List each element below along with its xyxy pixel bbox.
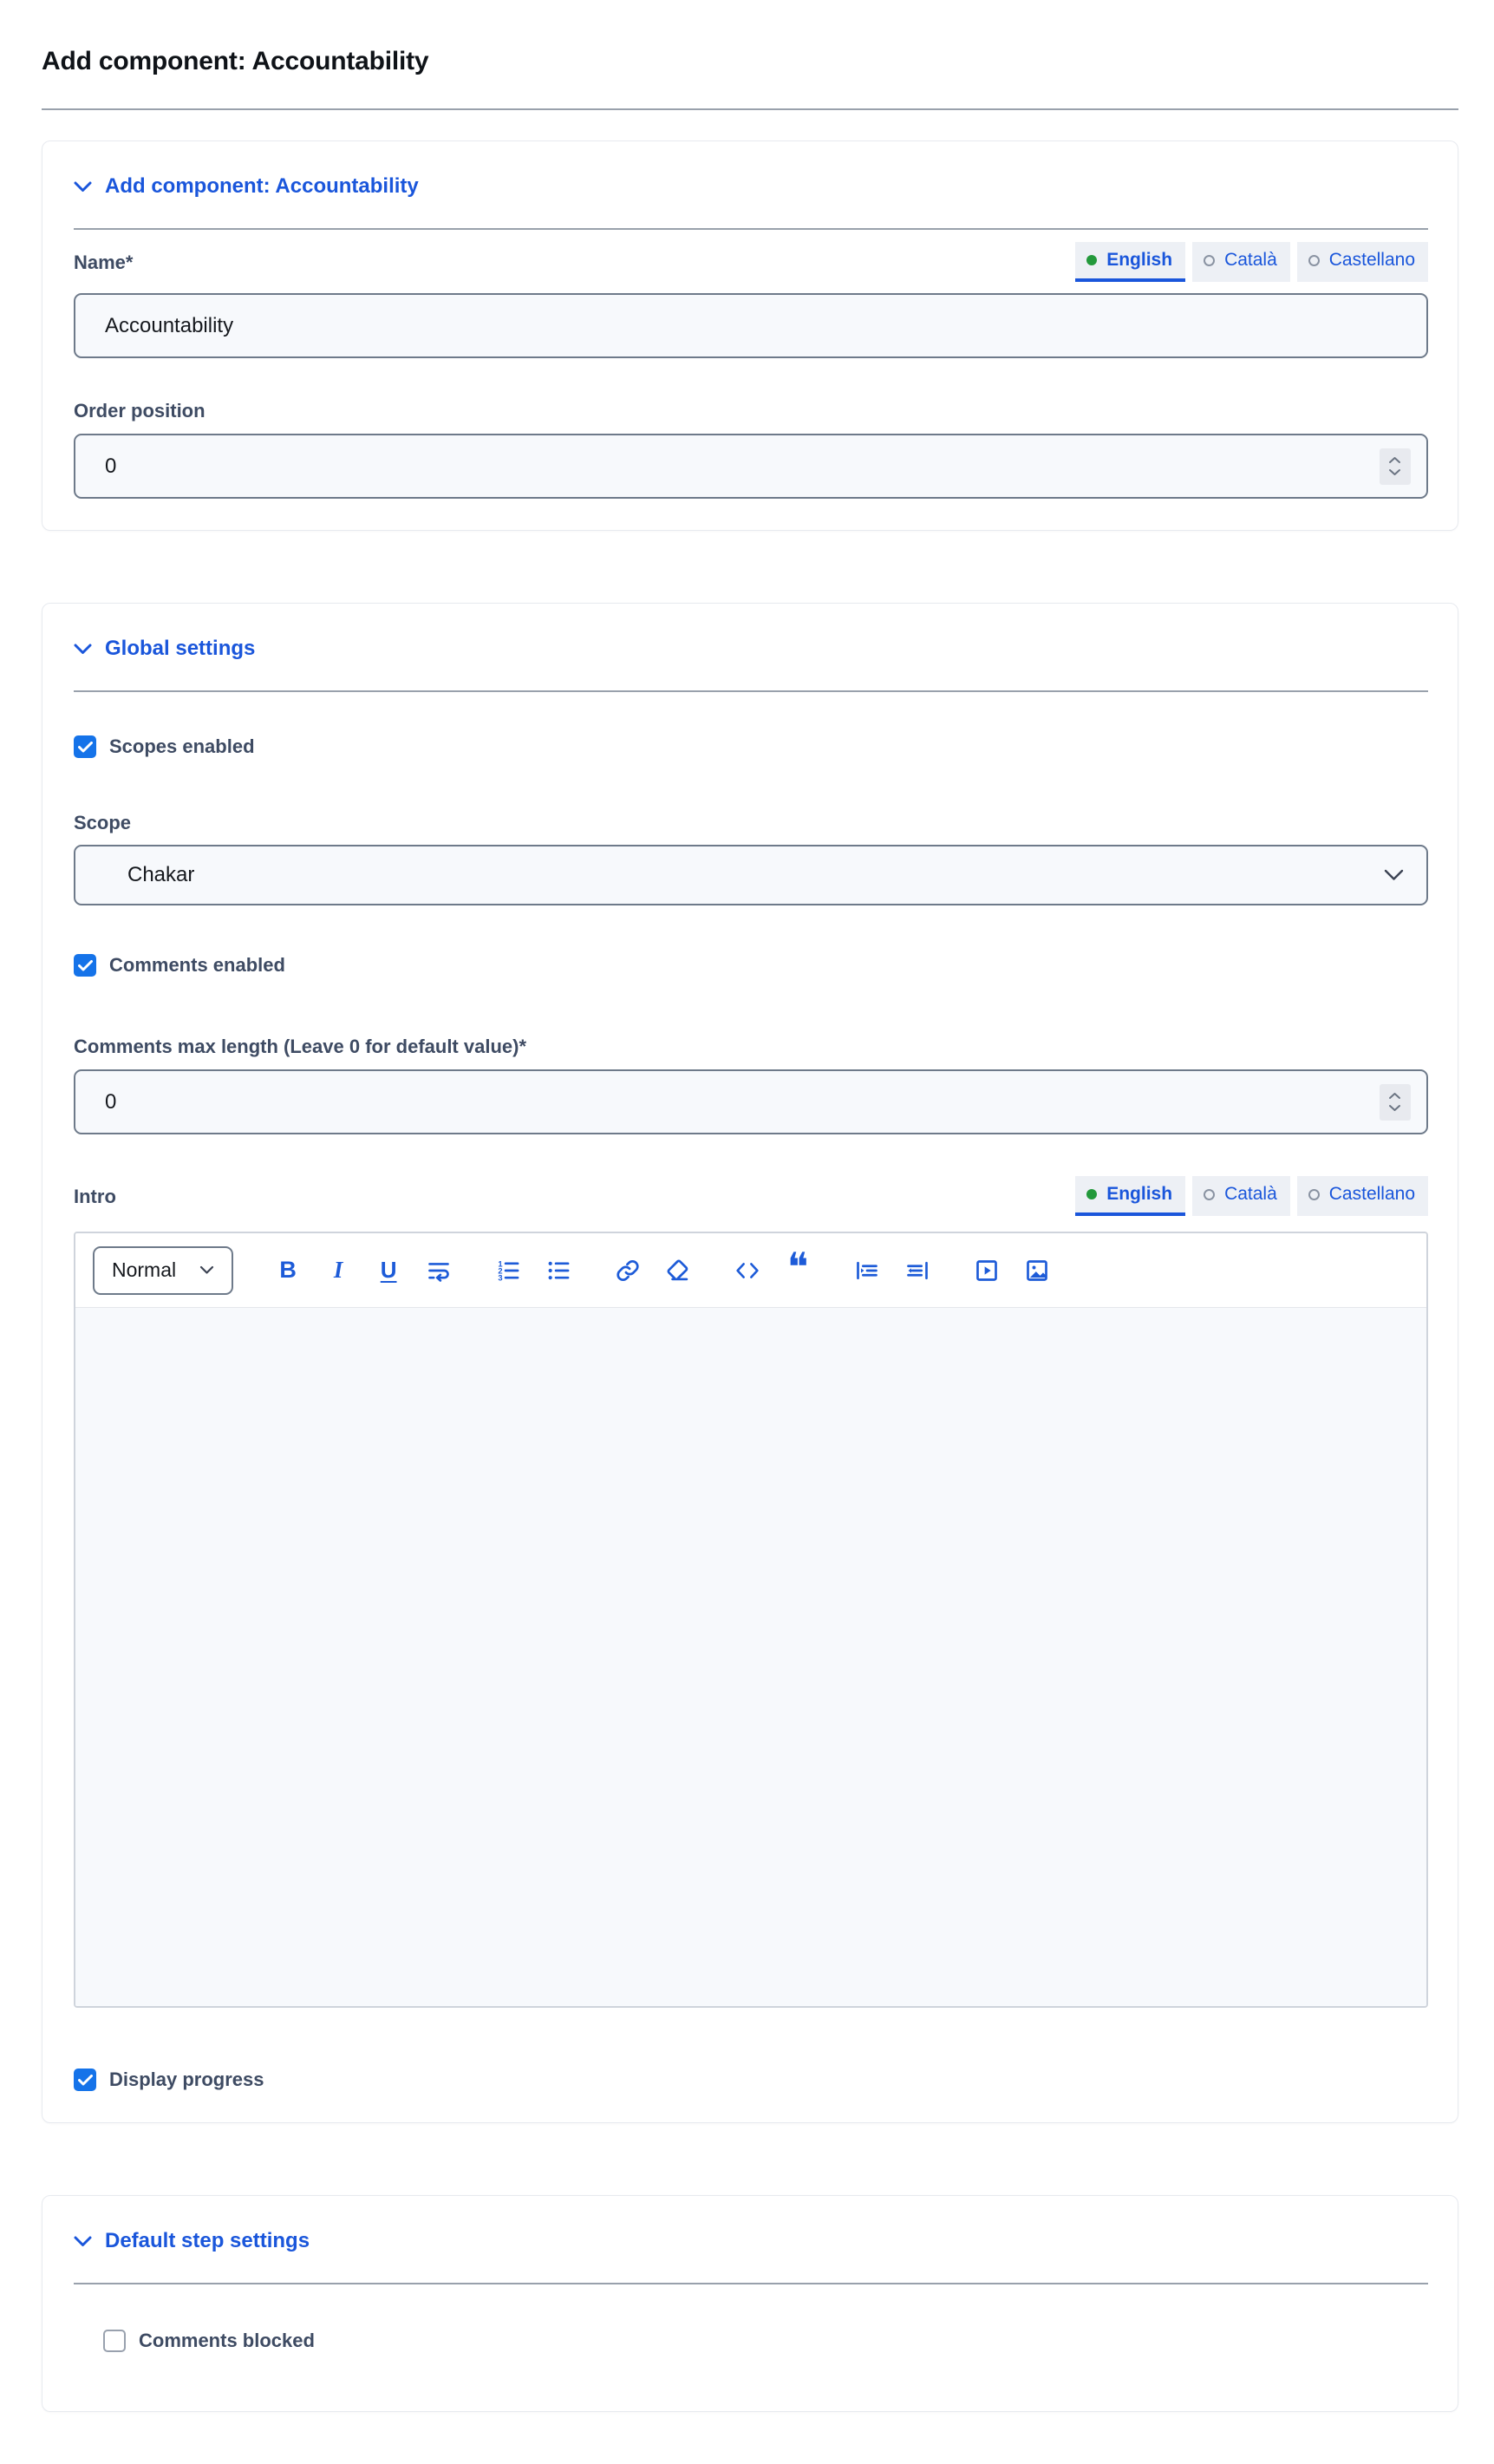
number-spinner[interactable]	[1380, 1084, 1411, 1121]
untranslated-ring-icon	[1204, 255, 1215, 266]
comments-blocked-row[interactable]: Comments blocked	[103, 2330, 315, 2352]
select-chevron-icon	[1384, 869, 1404, 881]
svg-text:3: 3	[498, 1273, 502, 1282]
image-icon[interactable]	[1022, 1253, 1052, 1288]
lang-tab-label: English	[1106, 1184, 1172, 1205]
global-settings-header[interactable]: Global settings	[74, 637, 255, 661]
chevron-down-icon	[74, 174, 92, 199]
name-field-label: Name*	[74, 252, 133, 282]
display-progress-checkbox[interactable]	[74, 2069, 96, 2091]
code-view-icon[interactable]	[733, 1253, 762, 1288]
intro-rich-text-editor: Normal B I U 123	[74, 1232, 1428, 2008]
scopes-enabled-label: Scopes enabled	[109, 735, 255, 758]
display-progress-row[interactable]: Display progress	[74, 2069, 264, 2091]
underline-icon[interactable]: U	[374, 1253, 403, 1288]
link-icon[interactable]	[613, 1253, 643, 1288]
bullet-list-icon[interactable]	[544, 1253, 573, 1288]
video-icon[interactable]	[972, 1253, 1001, 1288]
comments-enabled-label: Comments enabled	[109, 954, 285, 977]
spinner-up-icon	[1388, 1092, 1401, 1100]
order-position-input[interactable]	[105, 454, 1380, 479]
text-wrap-icon[interactable]	[424, 1253, 453, 1288]
comments-enabled-checkbox[interactable]	[74, 954, 96, 977]
untranslated-ring-icon	[1308, 1189, 1320, 1200]
language-tabs: English Català Castellano	[1075, 1176, 1428, 1216]
component-card-header[interactable]: Add component: Accountability	[74, 174, 419, 199]
paragraph-style-select[interactable]: Normal	[93, 1246, 233, 1295]
section-divider	[74, 2283, 1428, 2284]
comments-blocked-label: Comments blocked	[139, 2330, 315, 2352]
number-spinner[interactable]	[1380, 448, 1411, 485]
editor-toolbar: Normal B I U 123	[75, 1233, 1426, 1308]
lang-tab-label: English	[1106, 250, 1172, 271]
select-chevron-icon	[199, 1265, 214, 1275]
page: Add component: Accountability Add compon…	[0, 0, 1494, 2464]
spinner-down-icon	[1388, 1104, 1401, 1112]
section-divider	[74, 690, 1428, 692]
checkmark-icon	[78, 2075, 93, 2086]
scope-select-value: Chakar	[127, 863, 194, 887]
scope-select[interactable]: Chakar	[74, 845, 1428, 905]
lang-tab-english[interactable]: English	[1075, 242, 1185, 282]
scopes-enabled-checkbox[interactable]	[74, 735, 96, 758]
global-settings-card: Global settings Scopes enabled Scope Cha…	[42, 603, 1458, 2123]
spinner-down-icon	[1388, 468, 1401, 476]
scopes-enabled-row[interactable]: Scopes enabled	[74, 735, 255, 758]
comments-blocked-checkbox[interactable]	[103, 2330, 126, 2352]
default-step-header[interactable]: Default step settings	[74, 2229, 310, 2253]
lang-tab-english[interactable]: English	[1075, 1176, 1185, 1216]
order-position-label: Order position	[74, 400, 1428, 422]
chevron-down-icon	[74, 2229, 92, 2253]
lang-tab-label: Català	[1224, 250, 1277, 271]
component-card: Add component: Accountability Name* Engl…	[42, 141, 1458, 531]
page-title: Add component: Accountability	[42, 47, 1458, 76]
order-position-wrapper	[74, 434, 1428, 499]
editor-content-area[interactable]	[75, 1308, 1426, 2006]
default-step-card: Default step settings Comments blocked	[42, 2195, 1458, 2412]
lang-tab-catala[interactable]: Català	[1192, 242, 1290, 282]
ordered-list-icon[interactable]: 123	[493, 1253, 523, 1288]
paragraph-style-value: Normal	[112, 1258, 176, 1282]
lang-tab-castellano[interactable]: Castellano	[1297, 1176, 1428, 1216]
section-divider	[74, 228, 1428, 230]
checkmark-icon	[78, 742, 93, 753]
lang-tab-castellano[interactable]: Castellano	[1297, 242, 1428, 282]
bold-icon[interactable]: B	[273, 1253, 303, 1288]
indent-increase-icon[interactable]	[852, 1253, 882, 1288]
untranslated-ring-icon	[1308, 255, 1320, 266]
comments-max-length-wrapper	[74, 1069, 1428, 1134]
translated-dot-icon	[1086, 1189, 1097, 1199]
page-divider	[42, 108, 1458, 110]
lang-tab-catala[interactable]: Català	[1192, 1176, 1290, 1216]
name-input[interactable]	[105, 314, 1411, 338]
chevron-down-icon	[74, 637, 92, 661]
lang-tab-label: Castellano	[1329, 1184, 1415, 1205]
display-progress-label: Display progress	[109, 2069, 264, 2091]
name-input-wrapper	[74, 293, 1428, 358]
default-step-title: Default step settings	[105, 2229, 310, 2253]
global-settings-title: Global settings	[105, 637, 255, 661]
checkmark-icon	[78, 960, 93, 971]
italic-icon[interactable]: I	[323, 1253, 353, 1288]
indent-decrease-icon[interactable]	[903, 1253, 932, 1288]
comments-enabled-row[interactable]: Comments enabled	[74, 954, 285, 977]
eraser-icon[interactable]	[663, 1253, 693, 1288]
component-card-title: Add component: Accountability	[105, 174, 419, 199]
comments-max-length-input[interactable]	[105, 1090, 1380, 1114]
untranslated-ring-icon	[1204, 1189, 1215, 1200]
intro-label: Intro	[74, 1186, 116, 1216]
scope-label: Scope	[74, 812, 1428, 834]
lang-tab-label: Català	[1224, 1184, 1277, 1205]
language-tabs: English Català Castellano	[1075, 242, 1428, 282]
comments-max-length-label: Comments max length (Leave 0 for default…	[74, 1036, 1428, 1058]
blockquote-icon[interactable]: ❝	[783, 1253, 812, 1288]
lang-tab-label: Castellano	[1329, 250, 1415, 271]
translated-dot-icon	[1086, 255, 1097, 265]
spinner-up-icon	[1388, 456, 1401, 464]
